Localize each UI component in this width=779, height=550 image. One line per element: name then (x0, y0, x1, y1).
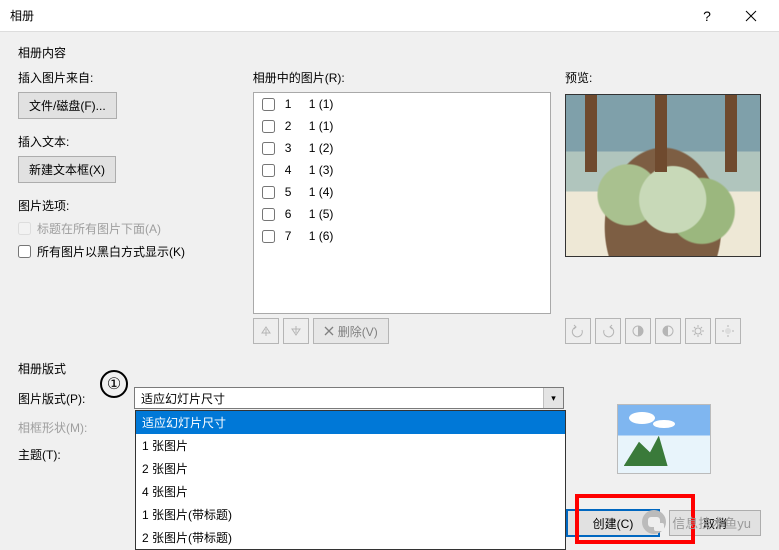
list-item[interactable]: 21 (1) (254, 115, 550, 137)
caption-checkbox-label: 标题在所有图片下面(A) (37, 220, 161, 237)
list-item[interactable]: 51 (4) (254, 181, 550, 203)
pic-layout-combo[interactable]: 适应幻灯片尺寸 ▾ 适应幻灯片尺寸 1 张图片 2 张图片 4 张图片 1 张图… (134, 387, 564, 409)
bw-checkbox[interactable] (18, 245, 31, 258)
pic-layout-dropdown: 适应幻灯片尺寸 1 张图片 2 张图片 4 张图片 1 张图片(带标题) 2 张… (135, 410, 566, 550)
list-item-checkbox[interactable] (262, 164, 275, 177)
dropdown-option[interactable]: 1 张图片 (136, 434, 565, 457)
x-icon (324, 326, 334, 336)
pic-in-album-label: 相册中的图片(R): (253, 69, 551, 86)
preview-toolbar (565, 318, 761, 344)
delete-button[interactable]: 删除(V) (313, 318, 389, 344)
list-item-checkbox[interactable] (262, 98, 275, 111)
preview-photo (566, 95, 760, 256)
contrast-up-button[interactable] (625, 318, 651, 344)
dropdown-option[interactable]: 4 张图片 (136, 480, 565, 503)
list-item[interactable]: 41 (3) (254, 159, 550, 181)
list-item[interactable]: 31 (2) (254, 137, 550, 159)
titlebar: 相册 ? (0, 0, 779, 32)
list-item-checkbox[interactable] (262, 208, 275, 221)
delete-button-label: 删除(V) (338, 323, 378, 340)
rotate-left-button[interactable] (565, 318, 591, 344)
create-button[interactable]: 创建(C) (567, 510, 659, 536)
dialog-body: 相册内容 插入图片来自: 文件/磁盘(F)... 插入文本: 新建文本框(X) … (0, 32, 779, 548)
layout-thumbnail (617, 404, 711, 474)
column-right: 预览: (565, 69, 761, 344)
brightness-down-button[interactable] (715, 318, 741, 344)
preview-label: 预览: (565, 69, 761, 86)
section-content-label: 相册内容 (18, 44, 761, 61)
footer: 创建(C) 取消 (567, 510, 761, 536)
frame-shape-label: 相框形状(M): (18, 419, 134, 436)
list-item-checkbox[interactable] (262, 120, 275, 133)
list-item-checkbox[interactable] (262, 230, 275, 243)
preview-panel (565, 94, 761, 257)
new-textbox-button[interactable]: 新建文本框(X) (18, 156, 116, 183)
move-up-button[interactable] (253, 318, 279, 344)
brightness-up-button[interactable] (685, 318, 711, 344)
insert-from-label: 插入图片来自: (18, 69, 239, 86)
dropdown-option[interactable]: 1 张图片(带标题) (136, 503, 565, 526)
close-button[interactable] (729, 1, 773, 31)
insert-text-label: 插入文本: (18, 133, 239, 150)
picture-listbox[interactable]: 11 (1) 21 (1) 31 (2) 41 (3) 51 (4) 61 (5… (253, 92, 551, 314)
section-layout-label: 相册版式 (18, 360, 761, 377)
column-left: 插入图片来自: 文件/磁盘(F)... 插入文本: 新建文本框(X) 图片选项:… (18, 69, 239, 344)
options-label: 图片选项: (18, 197, 239, 214)
column-middle: 相册中的图片(R): 11 (1) 21 (1) 31 (2) 41 (3) 5… (253, 69, 551, 344)
content-grid: 插入图片来自: 文件/磁盘(F)... 插入文本: 新建文本框(X) 图片选项:… (18, 69, 761, 344)
list-item-checkbox[interactable] (262, 142, 275, 155)
contrast-down-button[interactable] (655, 318, 681, 344)
cancel-button[interactable]: 取消 (669, 510, 761, 536)
annotation-marker: ① (100, 370, 128, 398)
move-down-button[interactable] (283, 318, 309, 344)
bw-checkbox-label: 所有图片以黑白方式显示(K) (37, 243, 185, 260)
list-item[interactable]: 71 (6) (254, 225, 550, 247)
dialog-title: 相册 (10, 7, 685, 24)
rotate-right-button[interactable] (595, 318, 621, 344)
list-item[interactable]: 11 (1) (254, 93, 550, 115)
pic-layout-value: 适应幻灯片尺寸 (135, 390, 543, 407)
bw-checkbox-row[interactable]: 所有图片以黑白方式显示(K) (18, 243, 239, 260)
caption-checkbox (18, 222, 31, 235)
file-disk-button[interactable]: 文件/磁盘(F)... (18, 92, 117, 119)
help-button[interactable]: ? (685, 1, 729, 31)
dropdown-option[interactable]: 2 张图片(带标题) (136, 526, 565, 549)
caption-checkbox-row: 标题在所有图片下面(A) (18, 220, 239, 237)
chevron-down-icon: ▾ (543, 388, 563, 408)
dropdown-option[interactable]: 2 张图片 (136, 457, 565, 480)
list-toolbar: 删除(V) (253, 318, 551, 344)
theme-label: 主题(T): (18, 446, 134, 463)
list-item[interactable]: 61 (5) (254, 203, 550, 225)
dropdown-option[interactable]: 适应幻灯片尺寸 (136, 411, 565, 434)
list-item-checkbox[interactable] (262, 186, 275, 199)
